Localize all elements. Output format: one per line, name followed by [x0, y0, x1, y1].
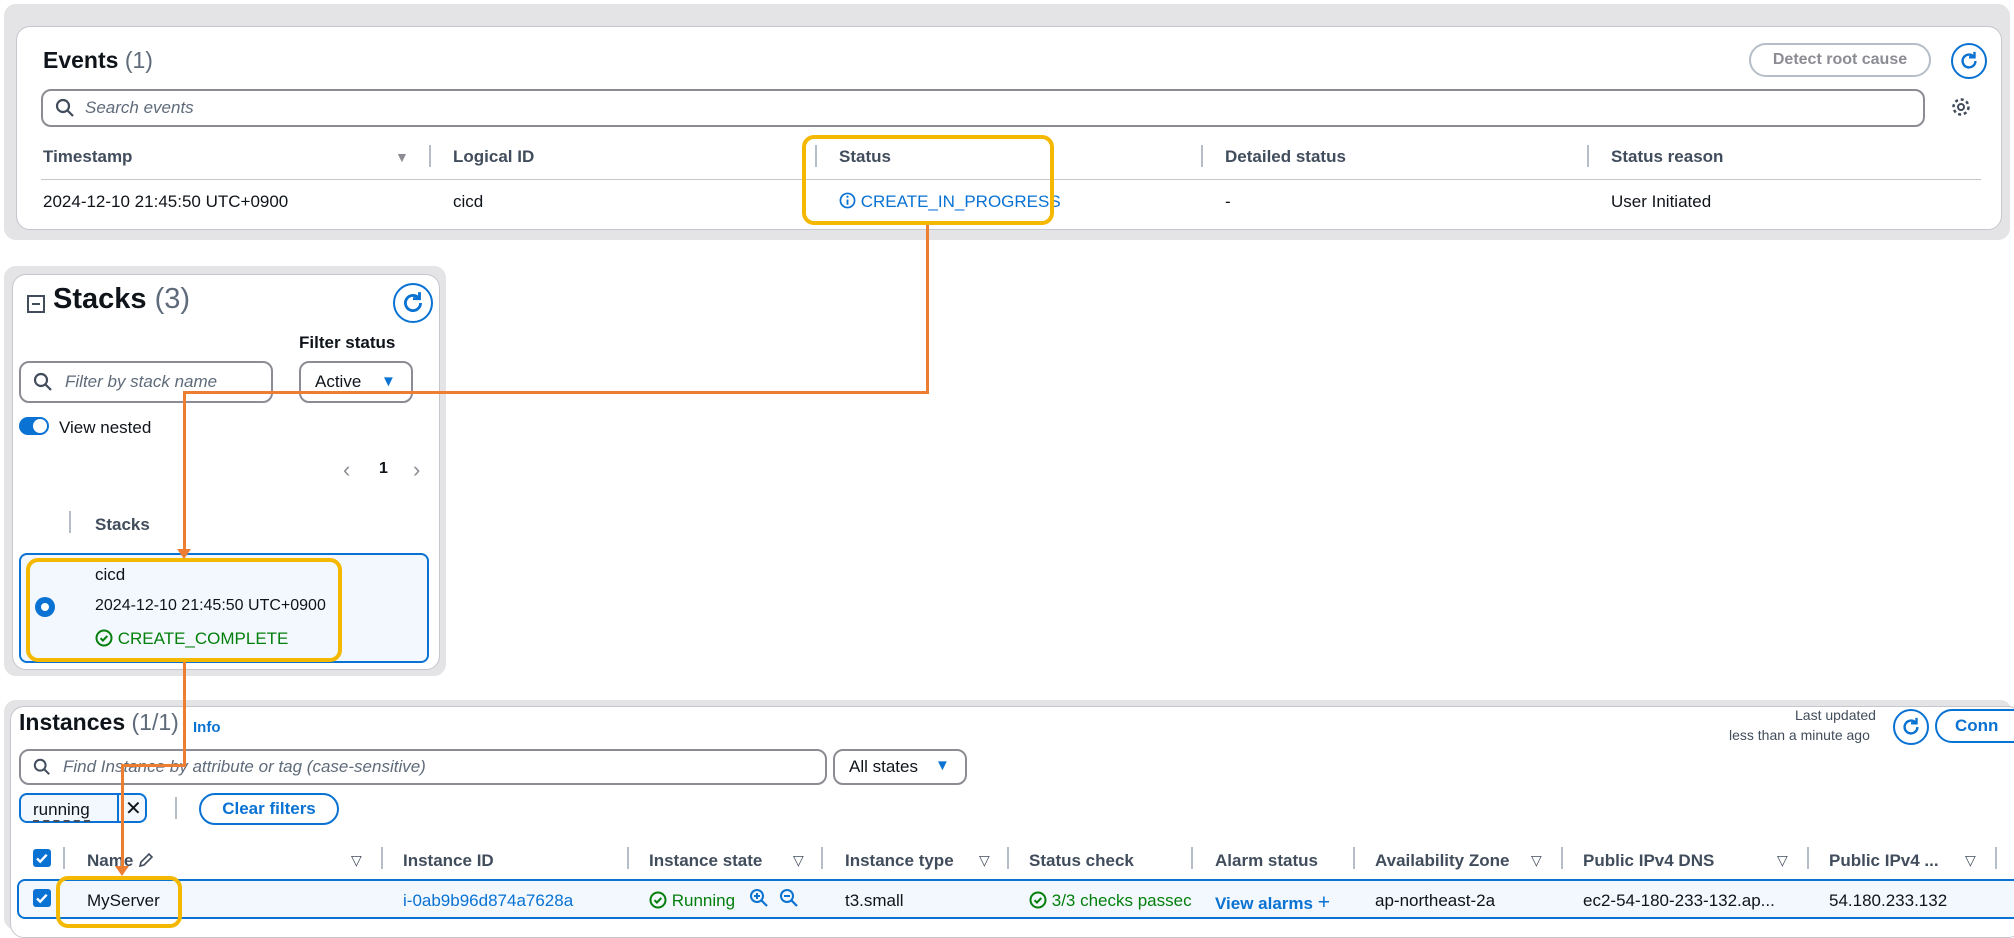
events-title: Events (1)	[43, 47, 153, 73]
col-instance-state[interactable]: Instance state	[649, 851, 762, 871]
instances-search-input[interactable]: Find Instance by attribute or tag (case-…	[19, 749, 827, 785]
instance-name-highlight-box	[56, 876, 182, 928]
filter-status-select[interactable]: Active ▼	[299, 361, 413, 403]
sort-down-icon[interactable]: ▼	[395, 149, 409, 165]
public-ip: 54.180.233.132	[1829, 891, 1948, 910]
connector-arrowhead	[177, 549, 191, 559]
check-circle-icon	[649, 891, 667, 909]
stacks-refresh-button[interactable]	[393, 283, 433, 323]
last-updated-value: less than a minute ago	[1729, 727, 1870, 743]
instance-id-link[interactable]: i-0ab9b96d874a7628a	[403, 891, 573, 911]
search-icon	[55, 98, 74, 117]
instance-state: Running	[649, 891, 735, 911]
zoom-out-icon[interactable]	[779, 888, 799, 908]
col-logical-id[interactable]: Logical ID	[453, 147, 534, 167]
col-status-check[interactable]: Status check	[1029, 851, 1134, 871]
col-alarm-status[interactable]: Alarm status	[1215, 851, 1318, 871]
detect-root-cause-button[interactable]: Detect root cause	[1749, 43, 1931, 77]
plus-icon: +	[1317, 891, 1330, 914]
connector-line	[926, 225, 929, 393]
instances-panel: Instances (1/1) Info Last updated less t…	[10, 706, 2014, 938]
connector-line	[121, 764, 186, 767]
event-detailed-status: -	[1225, 192, 1231, 211]
instances-refresh-button[interactable]	[1893, 709, 1929, 745]
search-icon	[33, 372, 52, 391]
prev-page-icon[interactable]: ‹	[343, 457, 350, 483]
filter-status-label: Filter status	[299, 333, 396, 352]
next-page-icon[interactable]: ›	[413, 457, 420, 483]
event-status-reason: User Initiated	[1611, 192, 1712, 211]
instances-title: Instances (1/1)	[19, 709, 179, 735]
col-timestamp[interactable]: Timestamp	[43, 147, 132, 167]
last-updated-label: Last updated	[1795, 707, 1876, 723]
status-check: 3/3 checks passec	[1029, 891, 1205, 911]
collapse-icon[interactable]	[27, 295, 45, 313]
connector-line	[183, 662, 186, 766]
page-number[interactable]: 1	[379, 460, 388, 478]
col-stacks[interactable]: Stacks	[95, 515, 150, 535]
availability-zone: ap-northeast-2a	[1375, 891, 1496, 910]
sort-icon[interactable]: ▽	[793, 852, 804, 869]
connect-button[interactable]: Conn	[1935, 709, 2014, 743]
view-nested-toggle[interactable]	[19, 417, 49, 435]
status-highlight-box	[802, 135, 1054, 225]
stack-name-filter-input[interactable]: Filter by stack name	[19, 361, 273, 403]
col-instance-id[interactable]: Instance ID	[403, 851, 494, 871]
row-checkbox[interactable]	[33, 889, 51, 907]
select-all-checkbox[interactable]	[33, 849, 51, 867]
event-logical-id: cicd	[453, 192, 484, 211]
stacks-title: Stacks (3)	[53, 283, 191, 315]
sort-icon[interactable]: ▽	[1965, 852, 1976, 869]
refresh-icon	[1961, 51, 1977, 69]
clear-filters-button[interactable]: Clear filters	[199, 793, 339, 825]
check-circle-icon	[1029, 891, 1047, 909]
col-detailed-status[interactable]: Detailed status	[1225, 147, 1346, 167]
connector-line	[121, 764, 124, 868]
search-icon	[33, 758, 50, 775]
instance-states-select[interactable]: All states ▼	[833, 749, 967, 785]
col-status-reason[interactable]: Status reason	[1611, 147, 1723, 167]
filter-token[interactable]: running ✕	[19, 793, 147, 823]
zoom-in-icon[interactable]	[749, 888, 769, 908]
stack-highlight-box	[26, 558, 342, 662]
sort-icon[interactable]: ▽	[979, 852, 990, 869]
event-timestamp: 2024-12-10 21:45:50 UTC+0900	[43, 192, 289, 211]
refresh-icon	[404, 292, 422, 312]
public-dns: ec2-54-180-233-132.ap...	[1583, 891, 1775, 910]
view-alarms-link[interactable]: View alarms +	[1215, 891, 1330, 915]
events-search-input[interactable]: Search events	[41, 89, 1925, 127]
sort-icon[interactable]: ▽	[1531, 852, 1542, 869]
sort-icon[interactable]: ▽	[351, 852, 362, 869]
caret-down-icon: ▼	[381, 373, 396, 390]
connector-line	[183, 391, 186, 551]
connector-line	[183, 391, 929, 394]
sort-icon[interactable]: ▽	[1777, 852, 1788, 869]
remove-filter-icon[interactable]: ✕	[125, 796, 142, 821]
edit-pencil-icon[interactable]	[138, 852, 154, 868]
col-public-ipv4[interactable]: Public IPv4 ...	[1829, 851, 1939, 871]
instance-type: t3.small	[845, 891, 904, 910]
view-nested-label: View nested	[59, 418, 152, 437]
col-public-ipv4-dns[interactable]: Public IPv4 DNS	[1583, 851, 1714, 871]
refresh-icon	[1903, 717, 1919, 735]
events-refresh-button[interactable]	[1951, 43, 1987, 79]
caret-down-icon: ▼	[935, 757, 950, 774]
col-instance-type[interactable]: Instance type	[845, 851, 954, 871]
col-availability-zone[interactable]: Availability Zone	[1375, 851, 1509, 871]
settings-gear-icon[interactable]	[1951, 97, 1971, 117]
filter-token-label: running	[33, 800, 90, 822]
info-link[interactable]: Info	[193, 719, 221, 736]
connector-arrowhead	[115, 866, 129, 876]
